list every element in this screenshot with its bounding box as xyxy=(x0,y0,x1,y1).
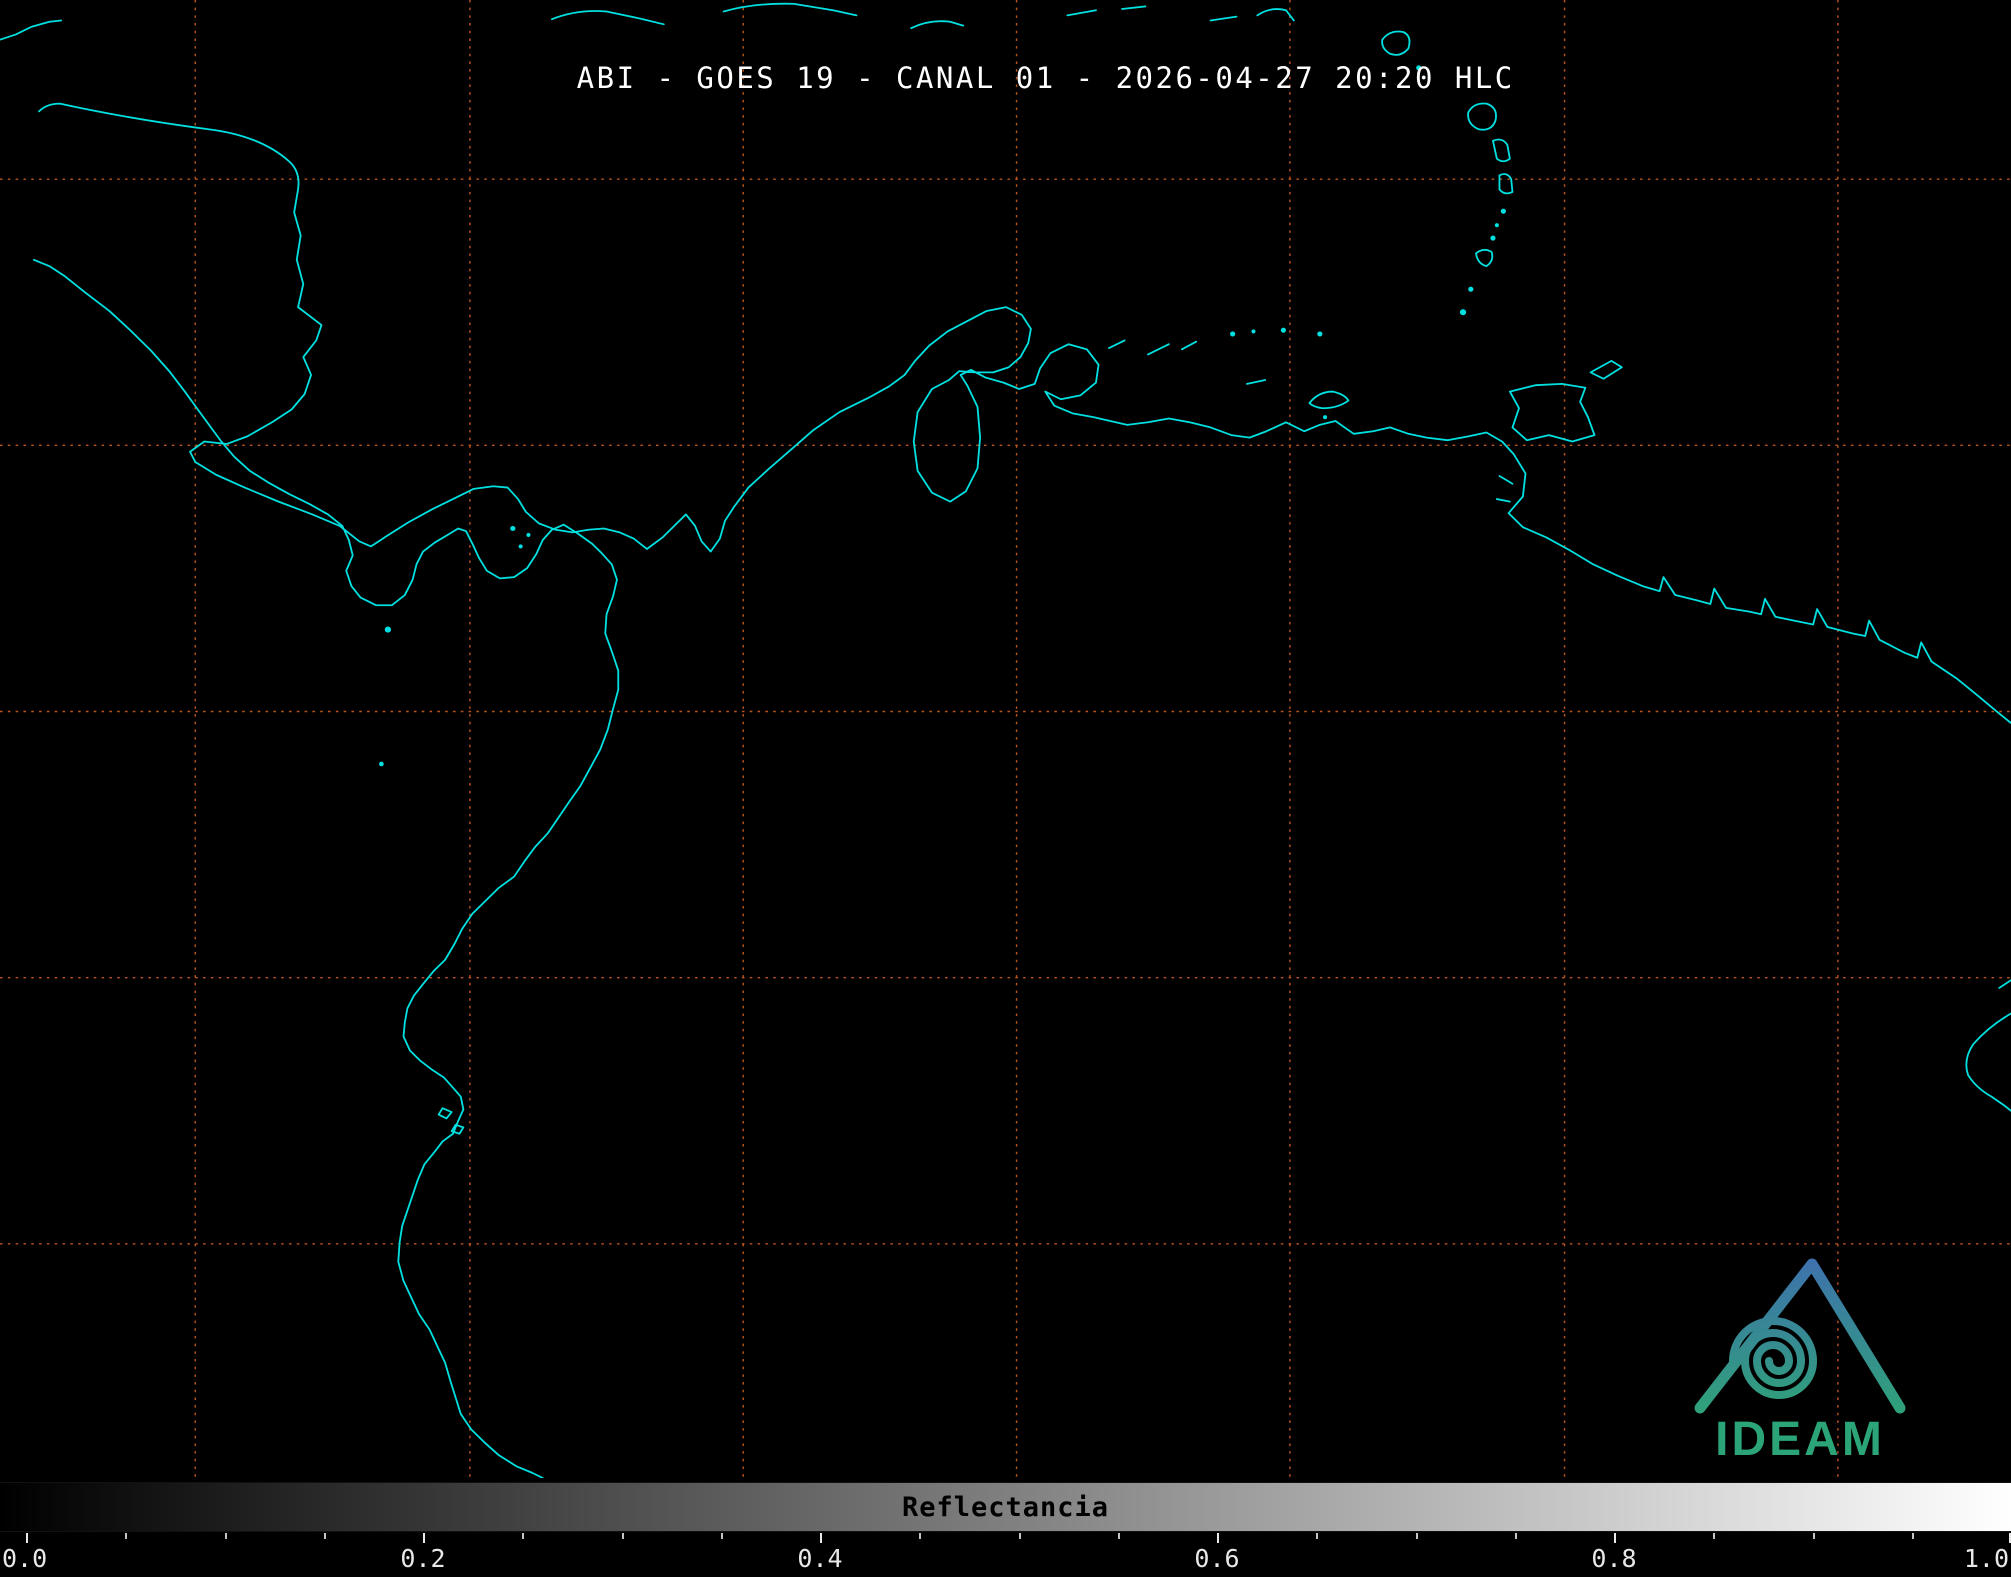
colorbar-tick xyxy=(1118,1533,1120,1539)
island-tortuga xyxy=(1247,380,1265,384)
coastline-colombia-ecuador-pacific xyxy=(398,525,618,1478)
islet-dot xyxy=(1281,328,1286,333)
islet-dot xyxy=(1501,209,1506,214)
islet-dot xyxy=(1495,223,1499,227)
island-martinique xyxy=(1468,104,1496,130)
colorbar-tick-label: 0.8 xyxy=(1591,1546,1636,1571)
coastline-top-fragment-6 xyxy=(1211,17,1237,21)
colorbar-gradient: Reflectancia xyxy=(0,1482,2011,1532)
island-margarita xyxy=(1309,392,1348,409)
island-malpelo xyxy=(379,762,384,767)
colorbar-tick xyxy=(1416,1533,1418,1539)
colorbar-tick-label: 0.2 xyxy=(400,1546,445,1571)
colorbar-tick xyxy=(1217,1533,1219,1543)
colorbar-tick xyxy=(721,1533,723,1539)
ideam-logo-text: IDEAM xyxy=(1692,1416,1908,1464)
islet-dot xyxy=(519,544,523,548)
ideam-logo: IDEAM xyxy=(1692,1252,1908,1464)
island-trinidad xyxy=(1510,384,1595,442)
colorbar-tick-label: 0.6 xyxy=(1194,1546,1239,1571)
islet-dot xyxy=(1251,329,1255,333)
island-tobago xyxy=(1591,361,1622,379)
colorbar-tick xyxy=(1614,1533,1616,1543)
islet-dot xyxy=(1460,309,1466,315)
island-bonaire xyxy=(1182,342,1196,350)
colorbar-tick-label: 0.4 xyxy=(797,1546,842,1571)
colorbar-tick xyxy=(324,1533,326,1539)
colorbar-tick xyxy=(1019,1533,1021,1539)
ideam-logo-icon xyxy=(1692,1252,1908,1414)
colorbar-tick xyxy=(225,1533,227,1539)
islet-dot xyxy=(526,533,530,537)
colorbar-tick xyxy=(1813,1533,1815,1539)
colorbar-tick xyxy=(423,1533,425,1543)
coastline-top-fragment-4 xyxy=(1067,10,1096,15)
colorbar-label: Reflectancia xyxy=(902,1492,1109,1523)
colorbar-tick xyxy=(522,1533,524,1539)
islet-dot xyxy=(1317,331,1322,336)
orinoco-delta-channels xyxy=(1497,476,1513,502)
image-title: ABI - GOES 19 - CANAL 01 - 2026-04-27 20… xyxy=(577,64,1515,93)
colorbar-tick xyxy=(919,1533,921,1539)
coastline-right-edge-fragment xyxy=(1966,980,2011,1111)
island-curacao xyxy=(1148,344,1169,354)
colorbar: Reflectancia 0.0 0.2 0.4 0.6 0.8 1.0 xyxy=(0,1478,2011,1577)
colorbar-tick xyxy=(622,1533,624,1539)
coastline-hispaniola-fragment xyxy=(552,11,664,24)
islet-dot xyxy=(1490,235,1495,240)
coastline-yucatan-fragment xyxy=(0,20,61,39)
island-pearl xyxy=(510,526,515,531)
coastline-colombia-venezuela-guyana xyxy=(647,307,2011,723)
colorbar-tick xyxy=(820,1533,822,1543)
colorbar-tick xyxy=(1912,1533,1914,1539)
colorbar-tick xyxy=(1316,1533,1318,1539)
island-grenada xyxy=(1476,250,1492,266)
satellite-image-viewport: ABI - GOES 19 - CANAL 01 - 2026-04-27 20… xyxy=(0,0,2011,1577)
islets-tumaco xyxy=(439,1108,464,1134)
map-area: ABI - GOES 19 - CANAL 01 - 2026-04-27 20… xyxy=(0,0,2011,1478)
colorbar-tick xyxy=(1515,1533,1517,1539)
colorbar-tick-label: 0.0 xyxy=(2,1546,47,1571)
island-st-lucia xyxy=(1493,139,1510,161)
islet-dot xyxy=(1468,287,1473,292)
hurricane-swirl-icon xyxy=(1733,1321,1813,1395)
coastline-top-fragment-5 xyxy=(1122,6,1145,9)
island-aruba xyxy=(1109,340,1125,348)
colorbar-tick xyxy=(26,1533,28,1543)
island-st-vincent xyxy=(1499,174,1512,193)
islet-dot xyxy=(1323,415,1327,419)
coastline-central-america-caribbean xyxy=(39,104,647,549)
island-guadeloupe xyxy=(1382,31,1409,54)
coastline-central-america-pacific xyxy=(34,260,564,606)
coastline-puerto-rico-fragment xyxy=(1257,9,1293,20)
coastline-top-fragment-3 xyxy=(911,21,963,28)
islet-dot xyxy=(1230,331,1235,336)
island-coiba xyxy=(385,627,391,633)
colorbar-tick-label: 1.0 xyxy=(1964,1546,2009,1571)
colorbar-tick xyxy=(125,1533,127,1539)
colorbar-axis: 0.0 0.2 0.4 0.6 0.8 1.0 xyxy=(0,1533,2011,1577)
colorbar-tick xyxy=(1713,1533,1715,1539)
